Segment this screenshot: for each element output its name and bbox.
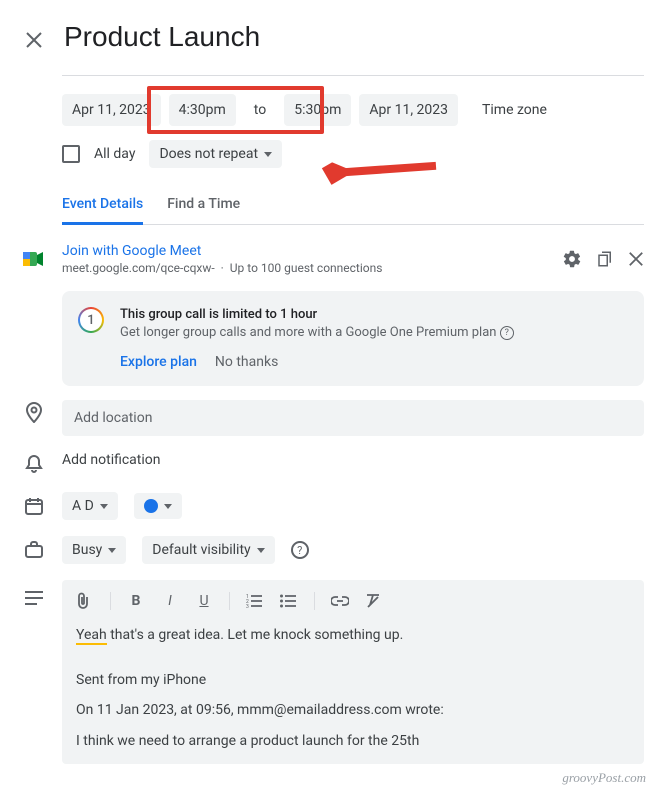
explore-plan-link[interactable]: Explore plan	[120, 354, 197, 370]
join-meet-link[interactable]: Join with Google Meet	[62, 243, 546, 259]
close-icon[interactable]	[22, 28, 46, 52]
google-one-promo: 1 This group call is limited to 1 hour G…	[62, 291, 644, 386]
timezone-button[interactable]: Time zone	[472, 94, 557, 126]
chevron-down-icon	[100, 504, 108, 509]
event-color-dropdown[interactable]	[134, 493, 182, 519]
repeat-dropdown[interactable]: Does not repeat	[149, 140, 282, 168]
title-divider	[62, 75, 644, 76]
calendar-owner-dropdown[interactable]: A D	[62, 492, 118, 520]
meet-url-label: meet.google.com/qce-cqxw- · Up to 100 gu…	[62, 261, 546, 275]
briefcase-icon	[22, 538, 46, 562]
all-day-label: All day	[94, 146, 135, 162]
bullet-list-icon[interactable]	[280, 594, 298, 608]
promo-subtitle: Get longer group calls and more with a G…	[120, 325, 628, 340]
color-dot-icon	[144, 499, 158, 513]
spellcheck-word: Yeah	[76, 627, 107, 645]
add-notification-button[interactable]: Add notification	[62, 452, 161, 468]
clear-format-icon[interactable]	[365, 593, 383, 609]
watermark: groovyPost.com	[562, 770, 646, 786]
all-day-checkbox[interactable]	[62, 145, 80, 163]
svg-text:3: 3	[246, 604, 249, 608]
meet-remove-icon[interactable]	[628, 251, 644, 267]
meet-copy-icon[interactable]	[596, 250, 614, 268]
italic-icon[interactable]: I	[161, 593, 179, 609]
location-input[interactable]: Add location	[62, 400, 644, 436]
description-icon	[22, 586, 46, 610]
chevron-down-icon	[257, 548, 265, 553]
numbered-list-icon[interactable]: 123	[246, 594, 264, 608]
repeat-label: Does not repeat	[159, 146, 258, 162]
meet-settings-icon[interactable]	[562, 249, 582, 269]
link-icon[interactable]	[331, 596, 349, 606]
notification-icon	[22, 452, 46, 476]
end-time-chip[interactable]: 5:30pm	[284, 94, 351, 126]
chevron-down-icon	[164, 504, 172, 509]
promo-title: This group call is limited to 1 hour	[120, 307, 628, 322]
tab-find-a-time[interactable]: Find a Time	[167, 196, 240, 224]
google-one-icon: 1	[78, 307, 104, 333]
underline-icon[interactable]: U	[195, 593, 213, 609]
visibility-dropdown[interactable]: Default visibility	[142, 536, 274, 564]
busy-dropdown[interactable]: Busy	[62, 536, 126, 564]
end-date-chip[interactable]: Apr 11, 2023	[359, 94, 458, 126]
description-editor[interactable]: B I U 123 Yeah that's a great idea. Let …	[62, 580, 644, 764]
help-icon[interactable]: ?	[500, 326, 514, 340]
tab-event-details[interactable]: Event Details	[62, 196, 143, 225]
chevron-down-icon	[108, 548, 116, 553]
editor-toolbar: B I U 123	[76, 592, 630, 610]
event-title-input[interactable]	[62, 20, 644, 59]
google-meet-icon	[22, 247, 46, 271]
calendar-icon	[22, 494, 46, 518]
chevron-down-icon	[264, 152, 272, 157]
location-icon	[22, 400, 46, 424]
to-label: to	[244, 94, 276, 126]
help-icon[interactable]: ?	[291, 541, 309, 559]
start-date-chip[interactable]: Apr 11, 2023	[62, 94, 161, 126]
attach-icon[interactable]	[76, 592, 94, 610]
no-thanks-link[interactable]: No thanks	[215, 354, 278, 370]
start-time-chip[interactable]: 4:30pm	[169, 94, 236, 126]
bold-icon[interactable]: B	[127, 593, 145, 609]
